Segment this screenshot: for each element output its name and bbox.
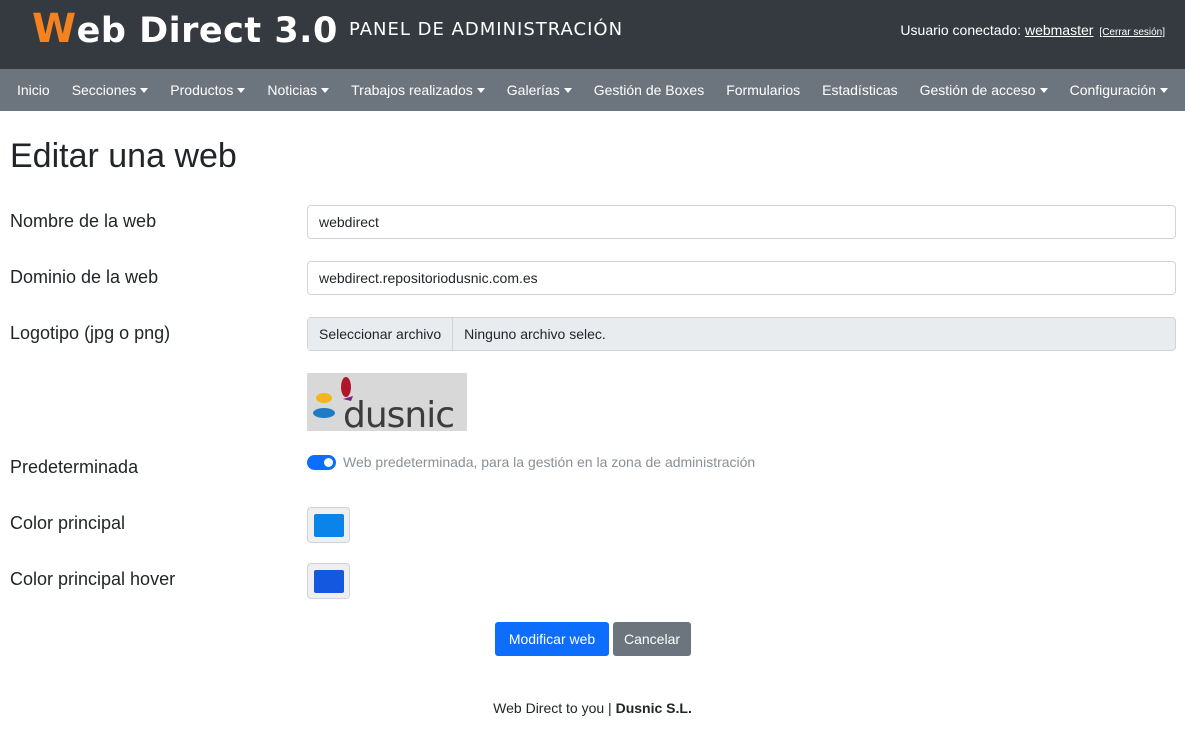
color-hover-swatch-fill bbox=[314, 570, 344, 593]
logo-label: Logotipo (jpg o png) bbox=[10, 323, 171, 343]
logo-wordmark: dusnic bbox=[343, 395, 454, 431]
footer: Web Direct to you | Dusnic S.L. bbox=[0, 700, 1185, 716]
nav-item-label: Secciones bbox=[71, 82, 137, 98]
nav-item-estadísticas[interactable]: Estadísticas bbox=[811, 69, 908, 111]
caret-down-icon bbox=[321, 88, 330, 93]
nav-item-label: Gestión de Boxes bbox=[593, 82, 705, 98]
nav-item-label: Noticias bbox=[267, 82, 318, 98]
caret-down-icon bbox=[476, 88, 485, 93]
cancel-button[interactable]: Cancelar bbox=[613, 622, 691, 656]
domain-input[interactable] bbox=[307, 261, 1176, 295]
color-hover-label: Color principal hover bbox=[10, 569, 176, 589]
default-label: Predeterminada bbox=[10, 457, 139, 477]
nav-item-label: Inicio bbox=[17, 82, 50, 98]
nav-item-label: Formularios bbox=[726, 82, 801, 98]
brand-name: eb Direct 3.0 bbox=[76, 11, 338, 51]
nav-item-label: Estadísticas bbox=[822, 82, 898, 98]
logo-file-input[interactable]: Seleccionar archivo Ninguno archivo sele… bbox=[307, 317, 1176, 351]
main-navbar: Inicio Secciones Productos Noticias Trabajos… bbox=[0, 69, 1185, 111]
color-swatch-fill bbox=[314, 514, 344, 537]
default-toggle[interactable] bbox=[307, 455, 336, 470]
nav-item-inicio[interactable]: Inicio bbox=[6, 69, 61, 111]
color-picker[interactable] bbox=[307, 507, 350, 543]
brand-initial: W bbox=[32, 6, 77, 52]
caret-down-icon bbox=[140, 88, 149, 93]
user-prefix: Usuario conectado: bbox=[900, 22, 1025, 38]
logo-preview-image: dusnic bbox=[307, 373, 467, 436]
nav-item-label: Productos bbox=[170, 82, 234, 98]
caret-down-icon bbox=[563, 88, 572, 93]
nav-item-galerías[interactable]: Galerías bbox=[496, 69, 583, 111]
nav-item-productos[interactable]: Productos bbox=[159, 69, 256, 111]
name-input[interactable] bbox=[307, 205, 1176, 239]
nav-item-configuración[interactable]: Configuración bbox=[1059, 69, 1179, 111]
user-info: Usuario conectado: webmaster [Cerrar sesi… bbox=[900, 22, 1165, 38]
submit-button[interactable]: Modificar web bbox=[495, 622, 609, 656]
nav-item-formularios[interactable]: Formularios bbox=[715, 69, 811, 111]
nav-item-trabajos-realizados[interactable]: Trabajos realizados bbox=[340, 69, 496, 111]
nav-item-noticias[interactable]: Noticias bbox=[256, 69, 340, 111]
color-label: Color principal bbox=[10, 513, 126, 533]
dusnic-logo-icon: dusnic bbox=[313, 377, 455, 436]
page-title: Editar una web bbox=[10, 137, 237, 175]
nav-item-gestión-de-acceso[interactable]: Gestión de acceso bbox=[909, 69, 1059, 111]
footer-company: Dusnic S.L. bbox=[615, 700, 692, 716]
nav-item-gestión-de-boxes[interactable]: Gestión de Boxes bbox=[583, 69, 716, 111]
domain-label: Dominio de la web bbox=[10, 267, 159, 287]
top-header: Web Direct 3.0 PANEL DE ADMINISTRACIÓN U… bbox=[0, 0, 1185, 69]
nav-item-label: Trabajos realizados bbox=[351, 82, 473, 98]
caret-down-icon bbox=[1159, 88, 1168, 93]
footer-text: Web Direct to you | bbox=[493, 700, 616, 716]
brand-logo: Web Direct 3.0 bbox=[32, 6, 338, 52]
nav-item-label: Galerías bbox=[506, 82, 560, 98]
nav-item-label: Configuración bbox=[1069, 82, 1156, 98]
username-link[interactable]: webmaster bbox=[1025, 22, 1093, 38]
panel-title: PANEL DE ADMINISTRACIÓN bbox=[349, 19, 624, 40]
nav-item-secciones[interactable]: Secciones bbox=[61, 69, 160, 111]
file-name-text: Ninguno archivo selec. bbox=[464, 326, 606, 342]
caret-down-icon bbox=[237, 88, 246, 93]
name-label: Nombre de la web bbox=[10, 211, 157, 231]
caret-down-icon bbox=[1039, 88, 1048, 93]
default-description: Web predeterminada, para la gestión en l… bbox=[343, 454, 756, 470]
nav-item-label: Gestión de acceso bbox=[919, 82, 1036, 98]
color-hover-picker[interactable] bbox=[307, 563, 350, 599]
toggle-knob bbox=[324, 458, 333, 467]
select-file-button[interactable]: Seleccionar archivo bbox=[308, 318, 454, 350]
logout-link[interactable]: [Cerrar sesión] bbox=[1099, 27, 1165, 38]
